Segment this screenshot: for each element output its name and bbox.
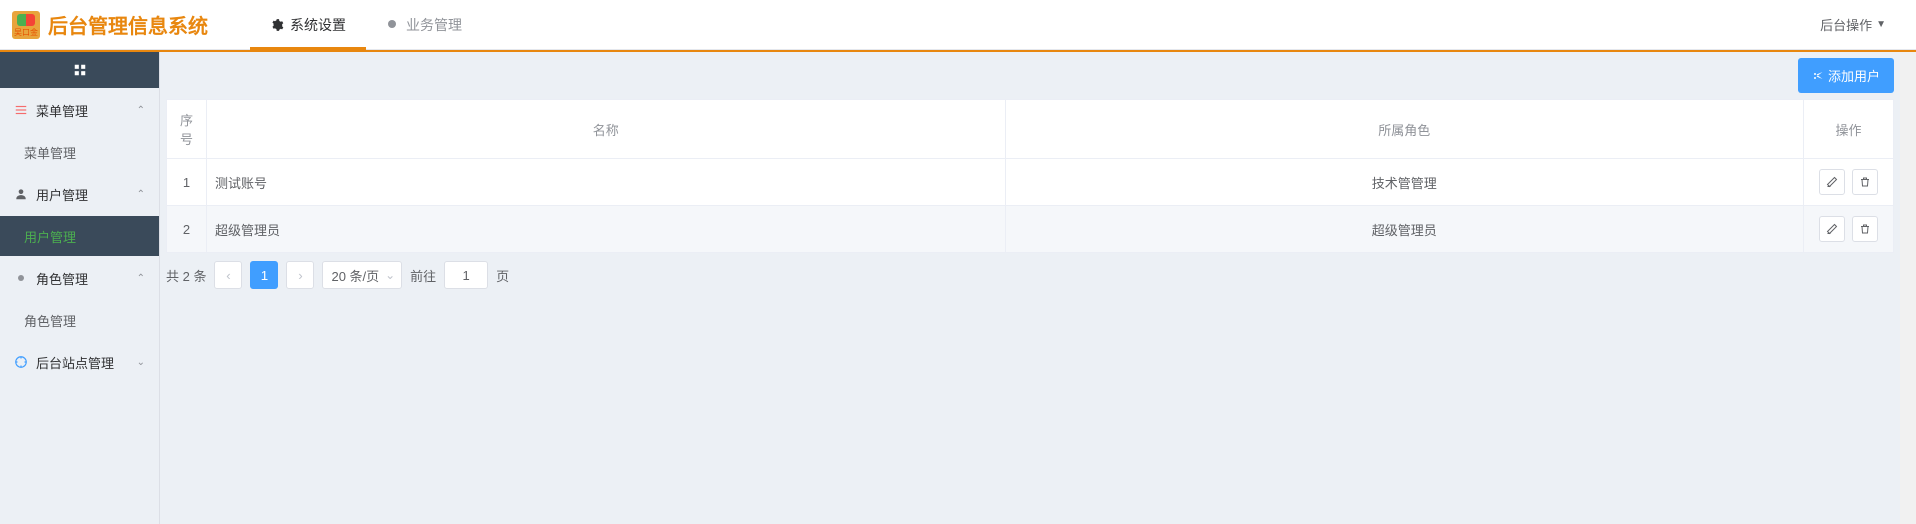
page-prev-button[interactable]: ‹ [214, 261, 242, 289]
sidebar-item-role-manage-label: 角色管理 [24, 311, 76, 330]
grid-icon [73, 63, 87, 77]
sidebar-toggle[interactable] [0, 52, 159, 88]
add-user-button-label: 添加用户 [1828, 66, 1880, 85]
sidebar-group-site[interactable]: 后台站点管理 ⌄ [0, 340, 159, 384]
cut-icon [1812, 70, 1824, 82]
pagination-goto-label: 前往 [410, 266, 436, 285]
page-goto-input[interactable] [444, 261, 488, 289]
cell-name: 测试账号 [207, 159, 1006, 206]
edit-icon [1826, 176, 1838, 188]
pagination-total: 共 2 条 [166, 266, 206, 285]
sidebar-group-menu-label: 菜单管理 [36, 101, 88, 120]
brand-title: 后台管理信息系统 [48, 10, 208, 39]
layout: 菜单管理 ⌃ 菜单管理 用户管理 ⌃ 用户管理 角色管理 ⌃ 角色管理 [0, 52, 1916, 524]
user-table: 序号 名称 所属角色 操作 1 测试账号 技术管管理 2 超级管理员 超级管理员 [166, 99, 1894, 253]
header: 吴口金 后台管理信息系统 系统设置 业务管理 后台操作 ▼ [0, 0, 1916, 50]
cell-role: 超级管理员 [1005, 206, 1804, 253]
sidebar: 菜单管理 ⌃ 菜单管理 用户管理 ⌃ 用户管理 角色管理 ⌃ 角色管理 [0, 52, 160, 524]
chevron-up-icon: ⌃ [137, 105, 145, 116]
edit-icon [1826, 223, 1838, 235]
table-row: 1 测试账号 技术管管理 [167, 159, 1894, 206]
top-menu-business-label: 业务管理 [406, 15, 462, 35]
gear-icon [270, 18, 284, 32]
th-name: 名称 [207, 100, 1006, 159]
top-menu: 系统设置 业务管理 [250, 0, 482, 50]
logo-small-text: 吴口金 [14, 27, 38, 38]
edit-button[interactable] [1819, 216, 1845, 242]
top-menu-system-label: 系统设置 [290, 15, 346, 35]
th-index: 序号 [167, 100, 207, 159]
page-next-button[interactable]: › [286, 261, 314, 289]
user-icon [14, 187, 28, 201]
trash-icon [1859, 176, 1871, 188]
header-right-label: 后台操作 [1820, 15, 1872, 34]
top-menu-business[interactable]: 业务管理 [366, 0, 482, 50]
logo-icon: 吴口金 [12, 11, 40, 39]
page-size-label: 20 条/页 [331, 266, 379, 285]
cell-role: 技术管管理 [1005, 159, 1804, 206]
th-role: 所属角色 [1005, 100, 1804, 159]
sidebar-item-role-manage[interactable]: 角色管理 [0, 300, 159, 340]
chevron-up-icon: ⌃ [137, 273, 145, 284]
th-action: 操作 [1804, 100, 1894, 159]
chevron-down-icon: ⌄ [137, 357, 145, 368]
delete-button[interactable] [1852, 169, 1878, 195]
pagination-page-suffix: 页 [496, 266, 509, 285]
bars-icon [14, 103, 28, 117]
pagination: 共 2 条 ‹ 1 › 20 条/页 前往 页 [166, 253, 1894, 297]
header-right-dropdown[interactable]: 后台操作 ▼ [1820, 15, 1916, 34]
chevron-up-icon: ⌃ [137, 189, 145, 200]
table-header-row: 序号 名称 所属角色 操作 [167, 100, 1894, 159]
vertical-scrollbar[interactable] [1900, 52, 1916, 524]
circle-icon [386, 18, 400, 32]
cell-name: 超级管理员 [207, 206, 1006, 253]
edit-button[interactable] [1819, 169, 1845, 195]
page-number-button[interactable]: 1 [250, 261, 278, 289]
page-size-select[interactable]: 20 条/页 [322, 261, 402, 289]
chevron-right-icon: › [298, 268, 302, 283]
cell-index: 1 [167, 159, 207, 206]
cell-action [1804, 206, 1894, 253]
sidebar-group-role-label: 角色管理 [36, 269, 88, 288]
sidebar-group-user[interactable]: 用户管理 ⌃ [0, 172, 159, 216]
table-row: 2 超级管理员 超级管理员 [167, 206, 1894, 253]
add-user-button[interactable]: 添加用户 [1798, 58, 1894, 93]
caret-down-icon: ▼ [1876, 19, 1886, 30]
dot-icon [14, 271, 28, 285]
sidebar-item-user-manage-label: 用户管理 [24, 227, 76, 246]
trash-icon [1859, 223, 1871, 235]
delete-button[interactable] [1852, 216, 1878, 242]
chevron-left-icon: ‹ [226, 268, 230, 283]
sidebar-group-role[interactable]: 角色管理 ⌃ [0, 256, 159, 300]
logo-section: 吴口金 后台管理信息系统 [0, 10, 220, 39]
compass-icon [14, 355, 28, 369]
sidebar-group-menu[interactable]: 菜单管理 ⌃ [0, 88, 159, 132]
sidebar-group-user-label: 用户管理 [36, 185, 88, 204]
sidebar-item-user-manage[interactable]: 用户管理 [0, 216, 159, 256]
main-content: 添加用户 序号 名称 所属角色 操作 1 测试账号 技术管管理 [160, 52, 1900, 524]
sidebar-item-menu-manage-label: 菜单管理 [24, 143, 76, 162]
toolbar: 添加用户 [166, 58, 1894, 93]
sidebar-item-menu-manage[interactable]: 菜单管理 [0, 132, 159, 172]
top-menu-system[interactable]: 系统设置 [250, 0, 366, 50]
cell-index: 2 [167, 206, 207, 253]
sidebar-group-site-label: 后台站点管理 [36, 353, 114, 372]
cell-action [1804, 159, 1894, 206]
